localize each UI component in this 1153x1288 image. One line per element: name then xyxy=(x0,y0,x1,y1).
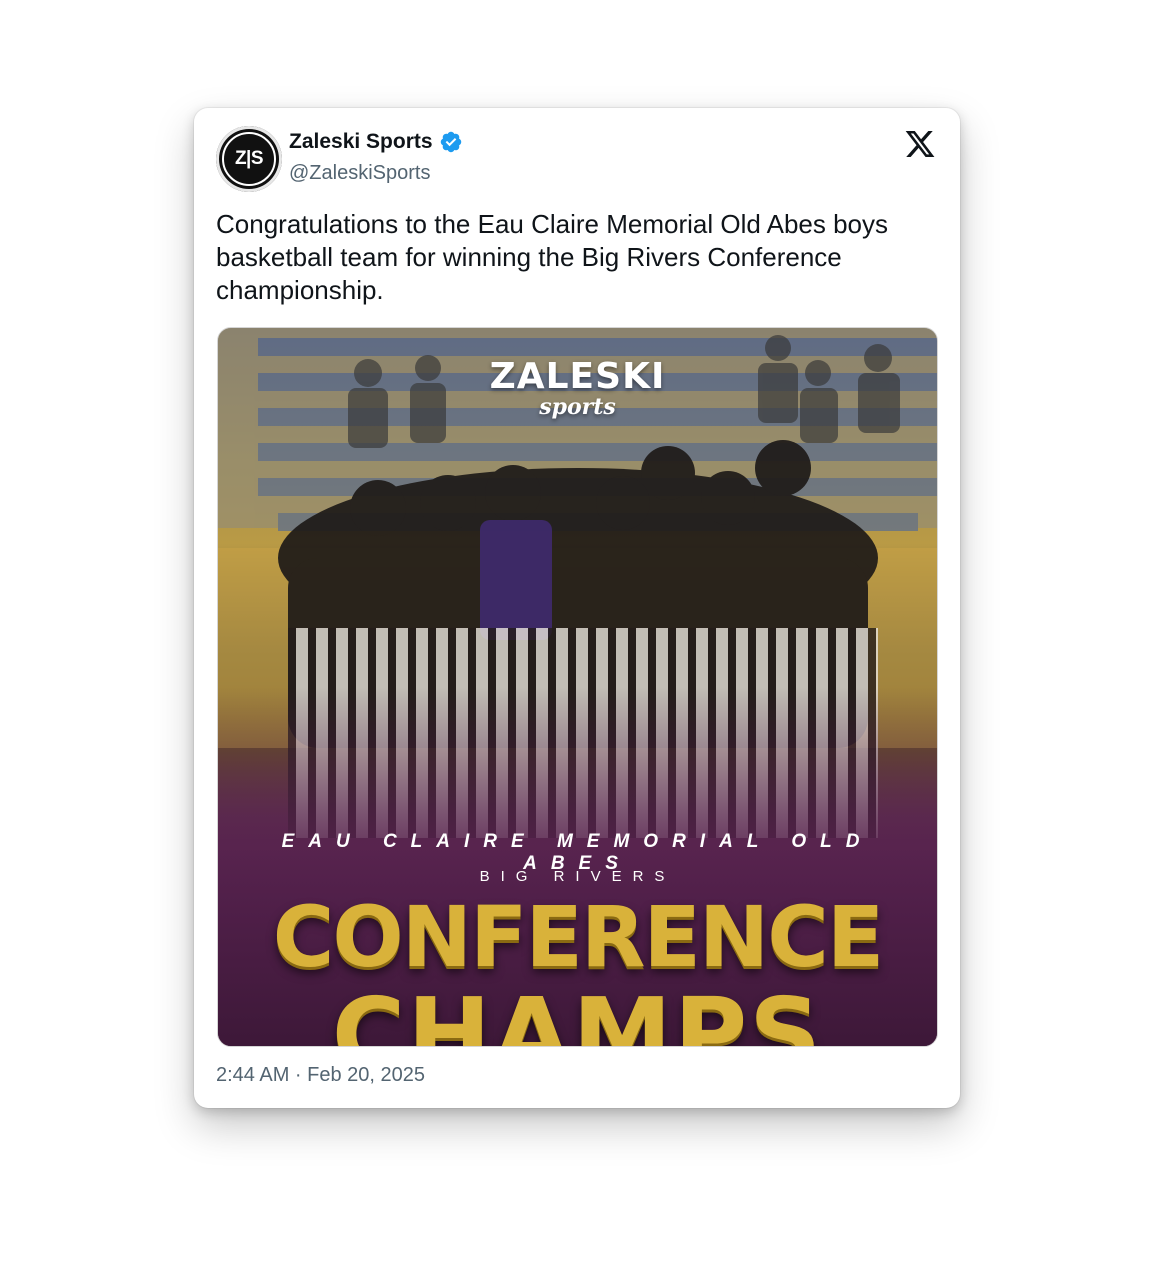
media-league-line: BIG RIVERS xyxy=(479,868,676,885)
media-brand-title: ZALESKI xyxy=(489,356,666,397)
x-logo-icon[interactable] xyxy=(904,128,936,160)
tweet-media-image[interactable]: ZALESKI sports EAU CLAIRE MEMORIAL OLD A… xyxy=(217,327,938,1047)
avatar-logo: Z|S xyxy=(222,132,276,186)
avatar[interactable]: Z|S xyxy=(216,126,282,192)
author-name-row: Zaleski Sports xyxy=(289,130,463,154)
author-display-name[interactable]: Zaleski Sports xyxy=(289,130,433,154)
media-headline-conference: CONFERENCE xyxy=(272,888,885,986)
media-headline-champs: CHAMPS xyxy=(331,976,824,1047)
tweet-text: Congratulations to the Eau Claire Memori… xyxy=(216,209,889,305)
author-handle[interactable]: @ZaleskiSports xyxy=(289,162,430,185)
tweet-timestamp[interactable]: 2:44 AM · Feb 20, 2025 xyxy=(216,1064,425,1087)
tweet-card: Z|S Zaleski Sports @ZaleskiSports Congra… xyxy=(194,108,960,1108)
verified-badge-icon xyxy=(440,131,461,153)
media-brand-subtitle: sports xyxy=(539,394,616,420)
